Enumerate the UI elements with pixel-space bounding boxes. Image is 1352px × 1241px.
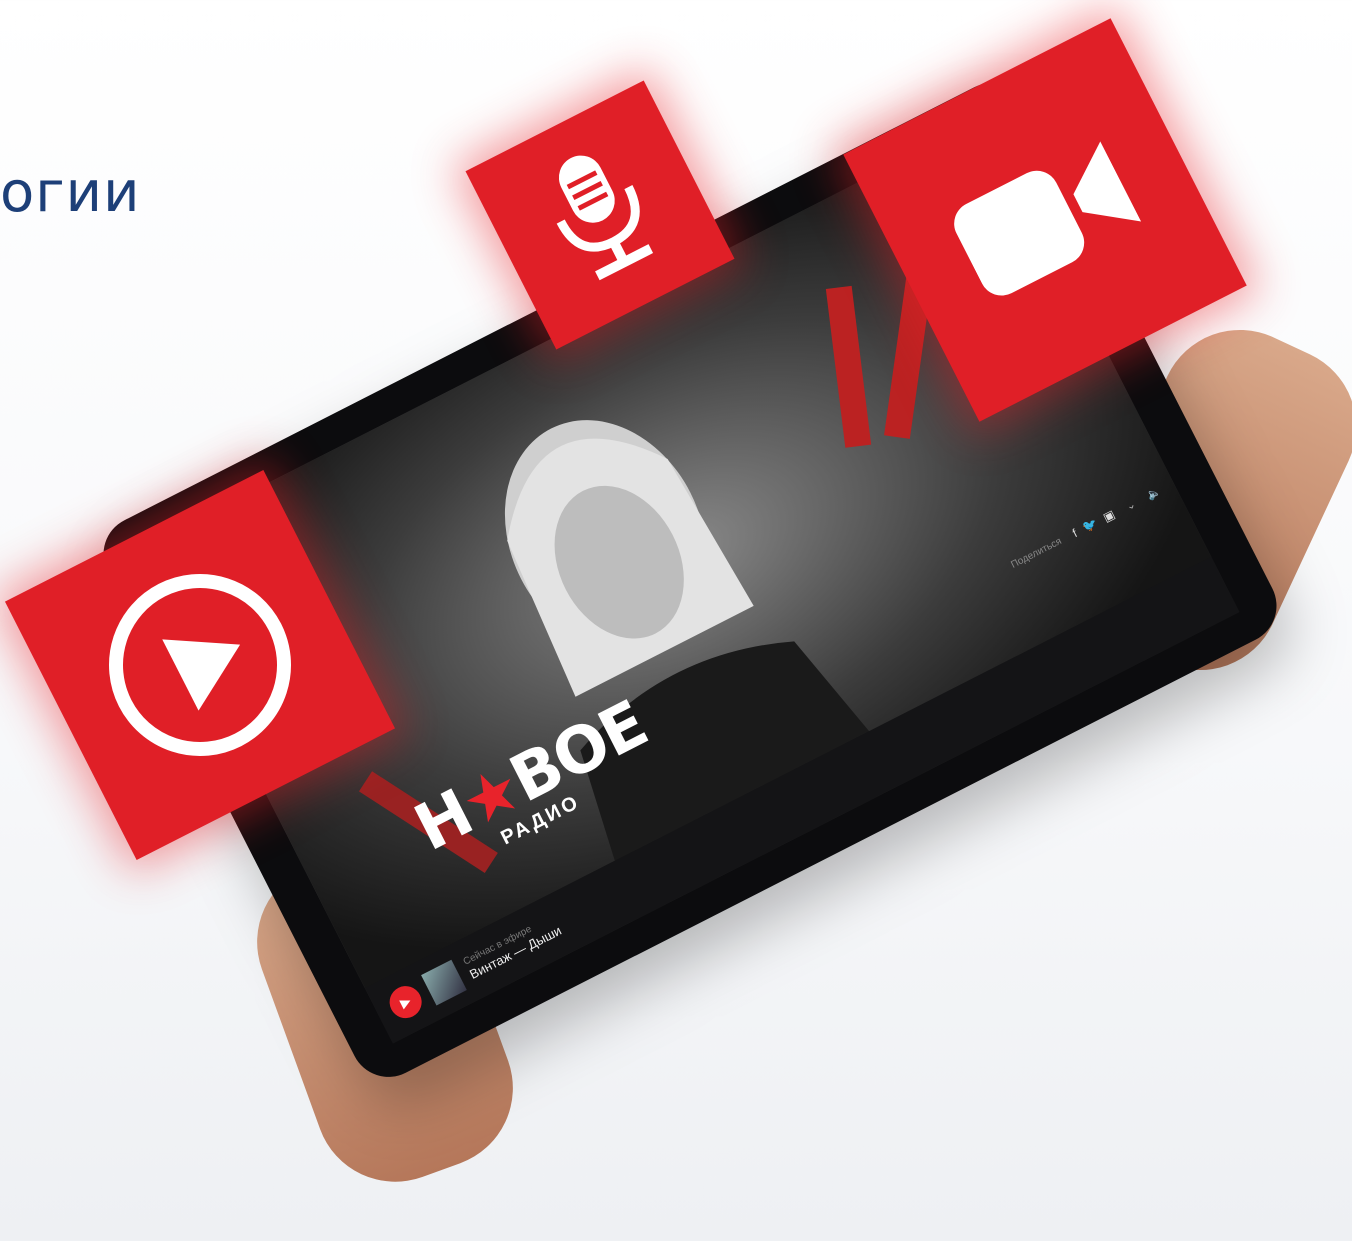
share-label: Поделиться [1009, 535, 1064, 571]
twitter-icon[interactable]: 🐦 [1080, 516, 1100, 535]
headline: огии [0, 160, 141, 225]
play-circle-icon [108, 574, 291, 756]
play-icon: ▶ [397, 992, 414, 1011]
chevron-down-icon[interactable]: ⌄ [1124, 497, 1138, 513]
volume-icon[interactable]: 🔈 [1144, 484, 1163, 502]
facebook-icon[interactable]: f [1070, 526, 1079, 540]
youtube-icon[interactable]: ▣ [1101, 507, 1117, 525]
track-cover [421, 959, 467, 1006]
video-camera-icon [954, 141, 1142, 296]
play-button[interactable]: ▶ [384, 980, 428, 1024]
microphone-icon [556, 155, 654, 281]
